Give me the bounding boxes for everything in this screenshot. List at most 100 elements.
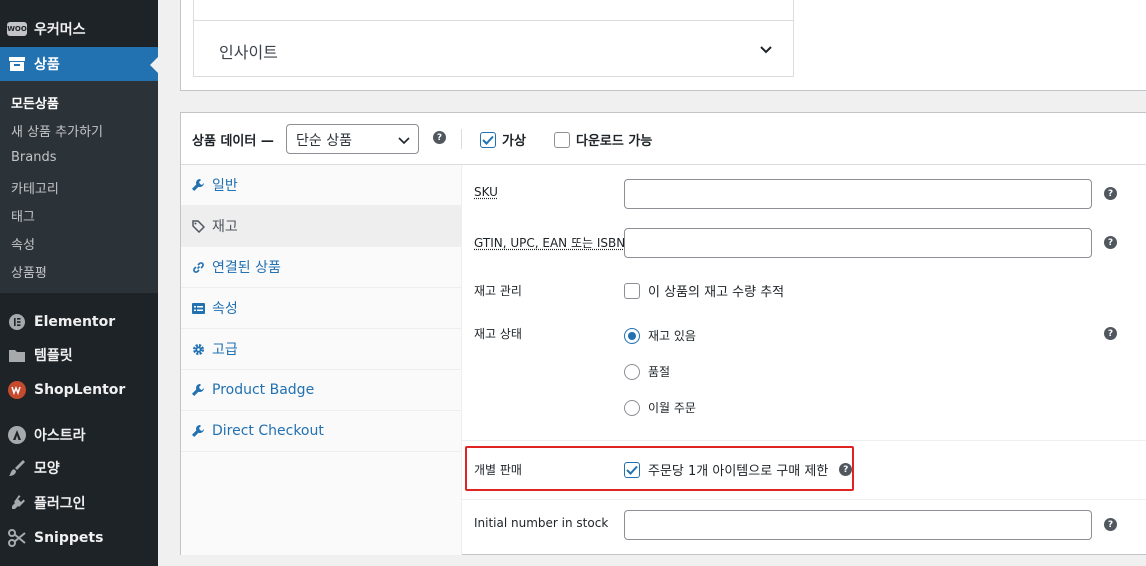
wrench-icon [192,425,212,437]
plugin-icon [0,494,34,512]
product-data-header: 상품 데이터 — 단순 상품 ? 가상 다운로드 가능 [181,113,1146,165]
submenu-all-products[interactable]: 모든상품 [11,93,59,112]
insight-label: 인사이트 [219,39,278,63]
paintbrush-icon [0,459,34,477]
tab-attributes[interactable]: 속성 [181,288,461,329]
manage-stock-text: 이 상품의 재고 수량 추적 [648,281,784,300]
stock-status-outofstock-label: 품절 [648,363,670,380]
sku-label: SKU [474,185,498,199]
radio-selected-icon[interactable] [624,328,640,344]
downloadable-checkbox[interactable]: 다운로드 가능 [554,130,652,149]
submenu-attributes[interactable]: 속성 [11,234,35,253]
tab-general-label: 일반 [212,175,238,195]
woo-badge-icon: WOO [0,22,34,36]
tab-advanced-label: 고급 [212,339,238,359]
checkbox-checked-icon[interactable] [624,462,640,478]
menu-snippets[interactable]: Snippets [0,521,158,555]
insight-accordion[interactable]: 인사이트 [193,0,794,77]
help-icon[interactable]: ? [433,131,446,144]
stock-status-backorder[interactable]: 이월 주문 [624,399,696,416]
scissors-icon [0,529,34,547]
menu-elementor[interactable]: Elementor [0,305,158,339]
menu-templates[interactable]: 템플릿 [0,338,158,372]
sold-individually-text: 주문당 1개 아이템으로 구매 제한 [648,460,828,479]
menu-shoplentor[interactable]: ShopLentor [0,373,158,407]
menu-templates-label: 템플릿 [34,345,73,365]
tab-attributes-label: 속성 [212,298,238,318]
stock-status-label: 재고 상태 [474,325,522,342]
tag-icon [192,220,212,233]
tab-product-badge[interactable]: Product Badge [181,370,461,411]
virtual-checkbox[interactable]: 가상 [480,130,526,149]
gtin-input[interactable] [624,228,1092,258]
menu-appearance[interactable]: 모양 [0,451,158,485]
menu-astra[interactable]: 아스트라 [0,418,158,452]
submenu-categories[interactable]: 카테고리 [11,178,59,197]
radio-empty-icon[interactable] [624,400,640,416]
divider [194,20,793,21]
menu-plugins[interactable]: 플러그인 [0,486,158,520]
help-icon[interactable]: ? [1104,236,1117,249]
initial-stock-input[interactable] [624,510,1092,540]
stock-status-instock-label: 재고 있음 [648,327,696,344]
product-data-panel: 상품 데이터 — 단순 상품 ? 가상 다운로드 가능 일반 재고 연결된 상품… [180,112,1146,555]
sold-individually-label: 개별 판매 [474,461,522,478]
checkbox-empty-icon[interactable] [624,283,640,299]
product-data-tabs: 일반 재고 연결된 상품 속성 고급 Product Badge Direct … [181,165,462,555]
radio-empty-icon[interactable] [624,364,640,380]
submenu-tags[interactable]: 태그 [11,206,35,225]
archive-icon [0,56,34,72]
tab-linked-products-label: 연결된 상품 [212,257,281,277]
tab-direct-checkout[interactable]: Direct Checkout [181,411,461,452]
inventory-panel: SKU ? GTIN, UPC, EAN 또는 ISBN ? 재고 관리 이 상… [462,165,1146,555]
tab-direct-checkout-label: Direct Checkout [212,423,324,439]
astra-icon [0,425,34,445]
manage-stock-label: 재고 관리 [474,282,522,299]
checkbox-checked-icon[interactable] [480,132,496,148]
product-type-select[interactable]: 단순 상품 [286,124,419,154]
menu-woocommerce-label: 우커머스 [34,19,86,39]
submenu-brands[interactable]: Brands [11,150,57,165]
elementor-icon [0,313,34,331]
chevron-down-icon [398,134,410,150]
link-icon [192,261,212,274]
downloadable-label: 다운로드 가능 [576,130,652,149]
help-icon[interactable]: ? [1104,187,1117,200]
tab-inventory-label: 재고 [212,216,238,236]
products-submenu: 모든상품 새 상품 추가하기 Brands 카테고리 태그 속성 상품평 [0,81,158,293]
help-icon[interactable]: ? [839,463,852,476]
menu-shoplentor-label: ShopLentor [34,382,125,398]
virtual-label: 가상 [502,130,526,149]
tab-linked-products[interactable]: 연결된 상품 [181,247,461,288]
help-icon[interactable]: ? [1104,327,1117,340]
product-data-title: 상품 데이터 — [192,130,274,149]
tab-advanced[interactable]: 고급 [181,329,461,370]
submenu-add-new[interactable]: 새 상품 추가하기 [11,121,103,140]
chevron-down-icon[interactable] [759,40,773,59]
menu-products[interactable]: 상품 [0,47,158,81]
menu-appearance-label: 모양 [34,458,60,478]
manage-stock-checkbox[interactable]: 이 상품의 재고 수량 추적 [624,281,784,300]
stock-status-instock[interactable]: 재고 있음 [624,327,696,344]
menu-astra-label: 아스트라 [34,425,86,445]
menu-elementor-label: Elementor [34,314,115,330]
folder-icon [0,348,34,363]
stock-status-backorder-label: 이월 주문 [648,399,696,416]
gear-icon [192,343,212,356]
tab-general[interactable]: 일반 [181,165,461,206]
list-icon [192,303,212,314]
gtin-label: GTIN, UPC, EAN 또는 ISBN [474,234,625,251]
checkbox-empty-icon[interactable] [554,132,570,148]
help-icon[interactable]: ? [1104,518,1117,531]
admin-sidebar: WOO 우커머스 상품 모든상품 새 상품 추가하기 Brands 카테고리 태… [0,0,158,566]
menu-woocommerce[interactable]: WOO 우커머스 [0,12,158,46]
menu-plugins-label: 플러그인 [34,493,86,513]
sold-individually-checkbox[interactable]: 주문당 1개 아이템으로 구매 제한 ? [624,460,852,479]
wrench-icon [192,179,212,191]
tab-inventory[interactable]: 재고 [181,206,461,247]
submenu-reviews[interactable]: 상품평 [11,262,47,281]
top-panel: 인사이트 [180,0,1146,91]
initial-stock-label: Initial number in stock [474,516,608,530]
sku-input[interactable] [624,179,1092,209]
stock-status-outofstock[interactable]: 품절 [624,363,670,380]
